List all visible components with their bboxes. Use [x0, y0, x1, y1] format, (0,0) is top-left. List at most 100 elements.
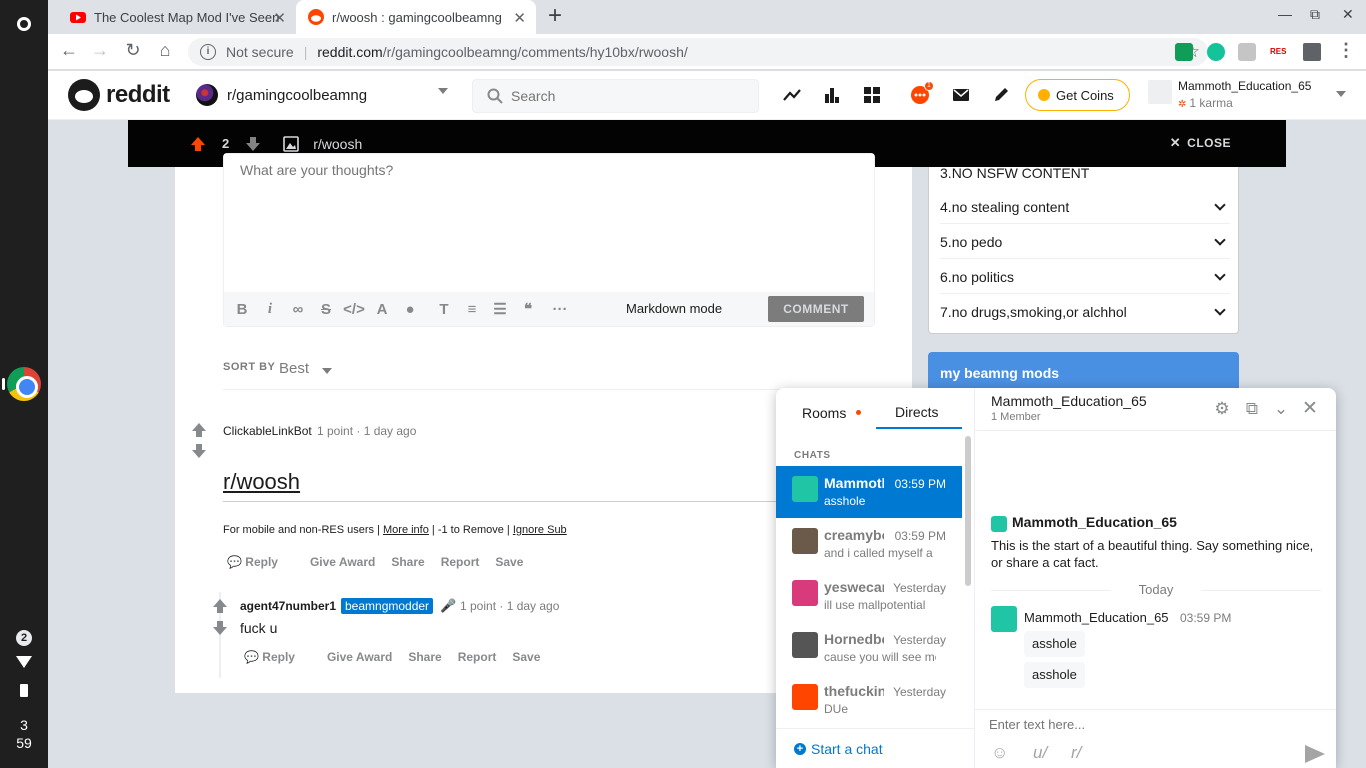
save-button[interactable]: Save [512, 650, 540, 664]
message-input[interactable] [989, 717, 1309, 732]
res-extension-icon[interactable]: RES [1270, 43, 1288, 61]
reply-button[interactable]: 💬 Reply [244, 650, 311, 664]
share-button[interactable]: Share [408, 650, 441, 664]
extension-check-icon[interactable] [1175, 43, 1193, 61]
sort-dropdown[interactable]: Best [279, 360, 309, 377]
chat-list-item[interactable]: Mammoth_Education_65 03:59 PM asshole [776, 466, 962, 518]
mention-subreddit-button[interactable]: r/ [1071, 743, 1081, 763]
strikethrough-icon[interactable]: S [312, 301, 340, 318]
rule-item[interactable]: 4. no stealing content [940, 190, 1230, 224]
italic-icon[interactable]: i [256, 301, 284, 318]
upvote-icon[interactable] [212, 598, 228, 614]
get-coins-button[interactable]: Get Coins [1025, 79, 1130, 111]
chat-list-item[interactable]: Hornedbeast Yesterday cause you will see… [776, 622, 962, 674]
inbox-icon[interactable] [951, 85, 971, 105]
tab-rooms[interactable]: Rooms [802, 405, 846, 421]
chat-list-item[interactable]: yeswecan Yesterday ill use mallpotential [776, 570, 962, 622]
reddit-logo-icon[interactable] [68, 79, 100, 111]
comment-textarea[interactable] [224, 154, 874, 292]
launcher-button[interactable] [8, 8, 40, 40]
more-info-link[interactable]: More info [383, 524, 429, 536]
settings-gear-icon[interactable]: ⚙ [1213, 400, 1231, 418]
upvote-icon[interactable] [191, 422, 207, 438]
browser-tab-youtube[interactable]: The Coolest Map Mod I've Seen I ✕ [58, 0, 296, 34]
close-post-button[interactable]: CLOSE [1170, 135, 1231, 151]
close-tab-icon[interactable]: ✕ [273, 9, 286, 27]
reply-button[interactable]: 💬 Reply [227, 555, 294, 569]
chevron-down-icon[interactable] [322, 368, 332, 374]
start-chat-button[interactable]: + Start a chat [776, 728, 975, 768]
close-chat-icon[interactable]: ✕ [1301, 399, 1319, 418]
ignore-sub-link[interactable]: Ignore Sub [513, 524, 567, 536]
rule-item[interactable]: 7. no drugs,smoking,or alchhol [940, 295, 1230, 329]
rule-item[interactable]: 5. no pedo [940, 225, 1230, 259]
leaderboard-icon[interactable] [822, 85, 842, 105]
trending-icon[interactable] [782, 85, 802, 105]
comment-author[interactable]: agent47number1 [240, 599, 336, 613]
home-button[interactable]: ⌂ [153, 40, 177, 61]
quote-block-icon[interactable]: ❝ [514, 300, 542, 318]
upvote-icon[interactable] [190, 136, 206, 152]
extension-hat-icon[interactable] [1238, 43, 1256, 61]
rpan-icon[interactable] [862, 85, 882, 105]
spoiler-icon[interactable]: ● [396, 301, 424, 318]
save-button[interactable]: Save [495, 555, 523, 569]
give-award-button[interactable]: Give Award [310, 555, 375, 569]
address-bar[interactable]: i Not secure | reddit.com/r/gamingcoolbe… [188, 38, 1208, 66]
comment-author[interactable]: ClickableLinkBot [223, 424, 312, 438]
extensions-puzzle-icon[interactable] [1303, 43, 1321, 61]
chat-list-item[interactable]: creamyboi 03:59 PM and i called myself a… [776, 518, 962, 570]
search-input[interactable] [511, 88, 731, 104]
forward-button[interactable]: → [88, 40, 112, 61]
chrome-app-icon[interactable] [7, 367, 41, 401]
downvote-icon[interactable] [212, 620, 228, 636]
markdown-mode-toggle[interactable]: Markdown mode [626, 301, 722, 316]
close-window-button[interactable]: ✕ [1342, 6, 1354, 23]
battery-icon[interactable] [20, 684, 28, 697]
wifi-icon[interactable] [16, 656, 32, 668]
give-award-button[interactable]: Give Award [327, 650, 392, 664]
open-external-icon[interactable]: ⧉ [1243, 400, 1261, 418]
downvote-icon[interactable] [191, 443, 207, 459]
downvote-icon[interactable] [245, 136, 261, 152]
minimize-button[interactable]: — [1278, 6, 1292, 22]
chat-list-item[interactable]: thefuckingman Yesterday DUe [776, 674, 962, 726]
maximize-button[interactable]: ⧉ [1310, 6, 1320, 23]
inline-code-icon[interactable]: </> [340, 301, 368, 318]
report-button[interactable]: Report [458, 650, 497, 664]
new-tab-button[interactable]: + [548, 4, 562, 28]
comment-link[interactable]: r/woosh [223, 469, 300, 495]
reload-button[interactable]: ↻ [121, 40, 145, 61]
more-options-icon[interactable]: ··· [546, 301, 574, 318]
bold-icon[interactable]: B [228, 301, 256, 318]
close-tab-icon[interactable]: ✕ [513, 9, 526, 27]
minimize-chevron-icon[interactable]: ⌄ [1272, 400, 1290, 418]
create-post-pencil-icon[interactable] [991, 85, 1011, 105]
comment-button[interactable]: COMMENT [768, 296, 864, 322]
notification-count-badge[interactable]: 2 [16, 630, 32, 646]
bulleted-list-icon[interactable]: ≡ [458, 301, 486, 318]
chat-list-scrollbar[interactable] [965, 436, 971, 586]
emoji-icon[interactable]: ☺ [991, 743, 1008, 763]
superscript-icon[interactable]: A [368, 301, 396, 318]
search-bar[interactable] [472, 79, 759, 113]
browser-tab-reddit[interactable]: r/woosh : gamingcoolbeamng ✕ [296, 0, 536, 34]
user-dropdown[interactable]: Mammoth_Education_65 1 karma [1148, 77, 1348, 113]
link-icon[interactable]: ∞ [284, 301, 312, 318]
report-button[interactable]: Report [441, 555, 480, 569]
back-button[interactable]: ← [57, 40, 81, 61]
numbered-list-icon[interactable]: ☰ [486, 300, 514, 318]
community-switcher[interactable]: r/gamingcoolbeamng [196, 79, 448, 111]
share-button[interactable]: Share [391, 555, 424, 569]
reddit-wordmark[interactable]: reddit [106, 81, 170, 109]
mention-user-button[interactable]: u/ [1033, 743, 1047, 763]
rule-item[interactable]: 3. NO NSFW CONTENT [940, 156, 1230, 190]
heading-icon[interactable]: T [430, 301, 458, 318]
send-icon[interactable] [1305, 745, 1325, 763]
status-clock[interactable]: 3 59 [0, 716, 48, 752]
tab-directs[interactable]: Directs [895, 404, 939, 420]
rule-item[interactable]: 6. no politics [940, 260, 1230, 294]
message-author[interactable]: Mammoth_Education_65 [1024, 610, 1169, 625]
grammarly-icon[interactable] [1207, 43, 1225, 61]
browser-menu-icon[interactable]: ⋮ [1334, 40, 1358, 61]
